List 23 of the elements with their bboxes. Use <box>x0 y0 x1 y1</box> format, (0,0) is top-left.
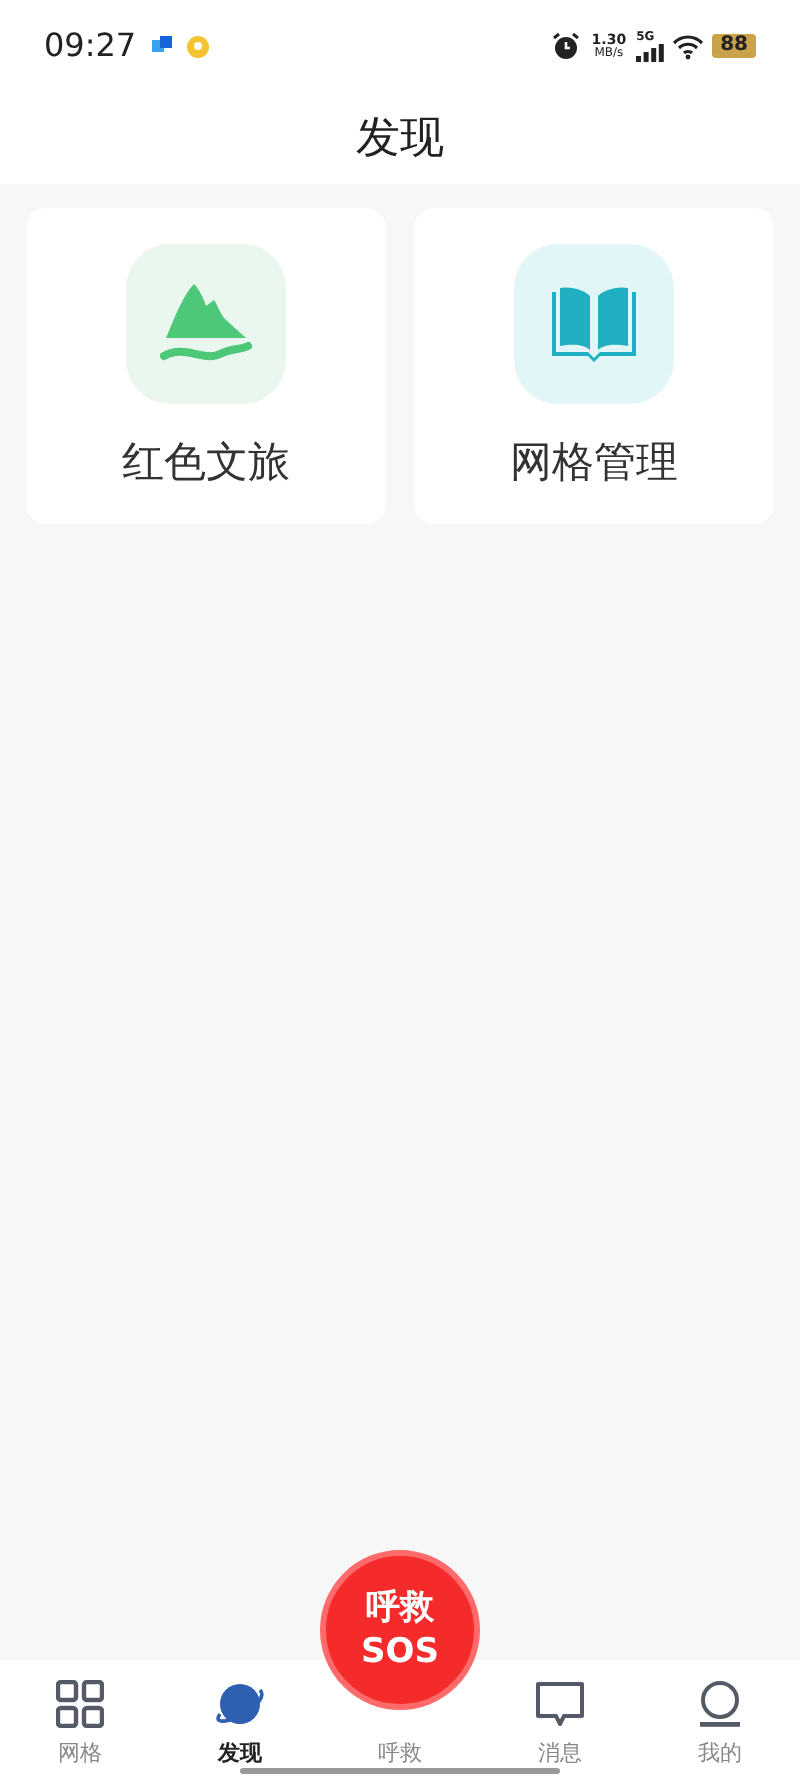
page-title: 发现 <box>356 111 444 167</box>
feature-card[interactable]: 红色文旅 <box>26 208 386 524</box>
card-label: 红色文旅 <box>122 436 290 490</box>
feature-card[interactable]: 网格管理 <box>414 208 774 524</box>
mountain-icon <box>126 244 286 404</box>
card-label: 网格管理 <box>510 436 678 490</box>
battery-level: 88 <box>712 34 756 58</box>
planet-icon <box>214 1679 266 1727</box>
message-icon <box>536 1679 584 1727</box>
chat-app-icon <box>152 36 173 56</box>
tab-item[interactable]: 网格 <box>56 1679 104 1778</box>
tab-item[interactable]: 发现 <box>214 1679 266 1778</box>
tab-item[interactable]: 呼救 <box>378 1737 422 1778</box>
clock-time: 09:27 <box>44 24 137 68</box>
signal-icon <box>636 43 665 61</box>
tab-item[interactable]: 消息 <box>536 1679 584 1778</box>
wifi-icon <box>672 33 705 59</box>
grid-icon <box>56 1679 104 1727</box>
sos-button[interactable]: 呼救 SOS <box>320 1550 480 1710</box>
alarm-icon <box>551 32 580 60</box>
book-icon <box>514 244 674 404</box>
tab-item[interactable]: 我的 <box>698 1679 742 1778</box>
person-icon <box>698 1679 742 1727</box>
